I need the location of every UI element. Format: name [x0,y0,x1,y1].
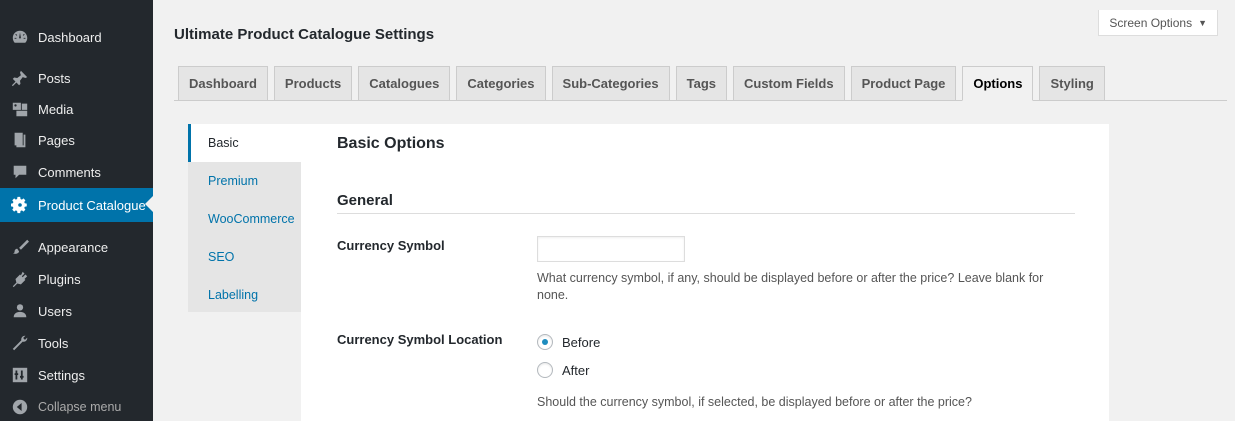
pin-icon [10,68,30,88]
section-title: General [337,192,393,209]
admin-sidebar: Dashboard Posts Media Pages Comments Pro… [0,0,153,421]
pages-icon [10,130,30,150]
tab-styling[interactable]: Styling [1039,66,1105,100]
description-line: none. [537,288,569,302]
tab-products[interactable]: Products [273,66,353,100]
sidebar-item-label: Dashboard [38,29,102,45]
subnav-premium[interactable]: Premium [188,162,301,200]
panel-title: Basic Options [337,135,445,152]
collapse-menu-label: Collapse menu [38,400,122,414]
sidebar-item-appearance[interactable]: Appearance [0,231,153,263]
page-title: Ultimate Product Catalogue Settings [174,26,435,43]
subnav-basic[interactable]: Basic [188,124,301,162]
tab-catalogues[interactable]: Catalogues [358,66,451,100]
settings-tabs: Dashboard Products Catalogues Categories… [178,66,1105,101]
currency-location-description: Should the currency symbol, if selected,… [537,395,972,409]
sidebar-item-plugins[interactable]: Plugins [0,263,153,295]
radio-label: After [562,362,590,378]
screen-options-button[interactable]: Screen Options ▼ [1098,10,1218,36]
sidebar-item-label: Posts [38,70,71,86]
tab-custom-fields[interactable]: Custom Fields [733,66,845,100]
media-icon [10,99,30,119]
currency-location-label: Currency Symbol Location [337,332,503,347]
comments-icon [10,162,30,182]
sidebar-item-label: Appearance [38,239,109,255]
radio-button[interactable] [537,362,553,378]
sidebar-item-label: Users [38,303,72,319]
tab-product-page[interactable]: Product Page [850,66,957,100]
radio-button[interactable] [537,334,553,350]
collapse-arrow-icon [10,397,30,417]
screen-options-label: Screen Options [1109,15,1193,30]
subnav-woocommerce[interactable]: WooCommerce [188,200,301,238]
currency-symbol-label: Currency Symbol [337,238,445,253]
users-icon [10,301,30,321]
sidebar-item-label: Plugins [38,271,81,287]
sidebar-item-users[interactable]: Users [0,295,153,327]
dashboard-icon [10,27,30,47]
brush-icon [10,237,30,257]
sidebar-item-product-catalogue[interactable]: Product Catalogue [0,188,153,222]
collapse-menu-button[interactable]: Collapse menu [0,391,153,421]
options-panel: Basic Options General Currency Symbol Wh… [301,124,1109,421]
section-divider [337,213,1075,214]
sidebar-item-pages[interactable]: Pages [0,124,153,156]
chevron-down-icon: ▼ [1198,17,1207,28]
tab-options[interactable]: Options [962,66,1034,101]
sidebar-item-label: Media [38,101,74,117]
sidebar-item-posts[interactable]: Posts [0,62,153,94]
currency-symbol-input[interactable] [537,236,685,262]
tab-dashboard[interactable]: Dashboard [178,66,268,100]
tab-categories[interactable]: Categories [456,66,546,100]
sidebar-item-label: Pages [38,132,75,148]
wrench-icon [10,333,30,353]
tab-sub-categories[interactable]: Sub-Categories [551,66,670,100]
sidebar-item-tools[interactable]: Tools [0,327,153,359]
subnav-labelling[interactable]: Labelling [188,276,301,314]
sidebar-item-label: Comments [38,164,101,180]
radio-label: Before [562,334,601,350]
tab-tags[interactable]: Tags [675,66,727,100]
sidebar-item-comments[interactable]: Comments [0,156,153,188]
description-line: What currency symbol, if any, should be … [537,271,1044,285]
sidebar-item-label: Settings [38,367,85,383]
sidebar-item-media[interactable]: Media [0,94,153,124]
sidebar-item-label: Product Catalogue [38,197,146,213]
plug-icon [10,269,30,289]
currency-symbol-description: What currency symbol, if any, should be … [537,270,1043,304]
subnav-seo[interactable]: SEO [188,238,301,276]
sidebar-item-settings[interactable]: Settings [0,359,153,391]
options-subnav: Basic Premium WooCommerce SEO Labelling [188,124,301,312]
sidebar-item-dashboard[interactable]: Dashboard [0,21,153,53]
gear-icon [10,195,30,215]
radio-option-after[interactable]: After [537,362,589,378]
sidebar-item-label: Tools [38,335,69,351]
radio-option-before[interactable]: Before [537,334,600,350]
settings-icon [10,365,30,385]
